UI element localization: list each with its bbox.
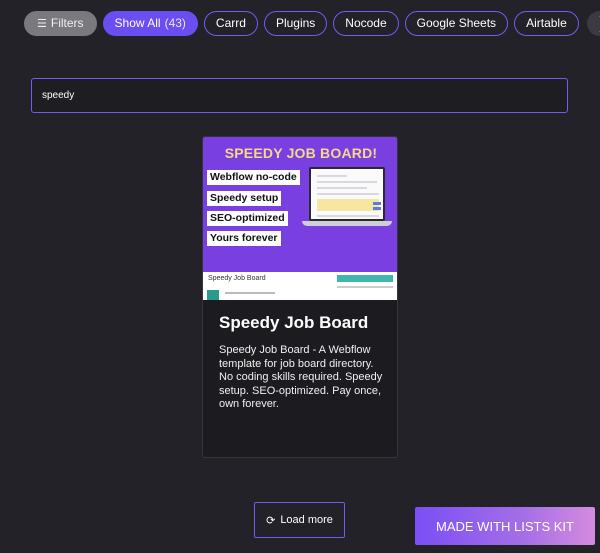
logo-icon <box>207 290 219 300</box>
badge-label: MADE WITH LISTS KIT <box>436 518 574 534</box>
thumbnail-tag: Yours forever <box>207 231 281 246</box>
thumbnail-preview: Speedy Job Board <box>203 272 397 300</box>
load-more-label: Load more <box>280 514 333 526</box>
chip-plugins[interactable]: Plugins <box>263 10 328 36</box>
card-thumbnail[interactable]: SPEEDY JOB BOARD! Webflow no-code Speedy… <box>203 137 397 300</box>
sliders-icon: ☰ <box>37 17 47 30</box>
thumbnail-tag: Speedy setup <box>207 191 282 206</box>
chip-label: Carrd <box>215 16 246 30</box>
chip-airtable[interactable]: Airtable <box>514 10 579 36</box>
thumbnail-headline: SPEEDY JOB BOARD! <box>224 145 378 161</box>
laptop-illustration <box>302 167 392 229</box>
filters-button[interactable]: ☰ Filters <box>24 10 97 36</box>
chip-label: Google Sheets <box>416 16 497 30</box>
template-card[interactable]: SPEEDY JOB BOARD! Webflow no-code Speedy… <box>202 136 398 458</box>
filter-bar: ☰ Filters Show All (43) Carrd Plugins No… <box>24 10 600 36</box>
chip-nocode[interactable]: Nocode <box>333 10 399 36</box>
chip-label: Airtable <box>526 16 567 30</box>
chip-google-sheets[interactable]: Google Sheets <box>404 10 509 36</box>
card-title[interactable]: Speedy Job Board <box>219 313 389 333</box>
chip-carrd[interactable]: Carrd <box>203 10 258 36</box>
chip-label: Show All <box>114 16 161 30</box>
chip-label: Plugins <box>275 16 316 30</box>
load-more-button[interactable]: ⟳ Load more <box>254 502 345 538</box>
thumbnail-tag: SEO-optimized <box>207 211 288 226</box>
chip-show-all[interactable]: Show All (43) <box>102 10 198 36</box>
chevron-right-icon[interactable]: ❯ <box>586 10 600 36</box>
refresh-icon: ⟳ <box>266 514 276 527</box>
chip-count: (43) <box>164 16 186 30</box>
made-with-lists-kit-badge[interactable]: MADE WITH LISTS KIT <box>415 507 595 545</box>
thumbnail-banner: SPEEDY JOB BOARD! Webflow no-code Speedy… <box>203 137 397 272</box>
search-input[interactable] <box>32 79 567 112</box>
search-field <box>31 78 568 113</box>
chip-label: Nocode <box>345 16 387 30</box>
card-description: Speedy Job Board - A Webflow template fo… <box>219 344 383 411</box>
filters-label: Filters <box>50 16 84 30</box>
thumbnail-tag: Webflow no-code <box>207 170 300 185</box>
thumbnail-sub-label: Speedy Job Board <box>208 275 266 282</box>
